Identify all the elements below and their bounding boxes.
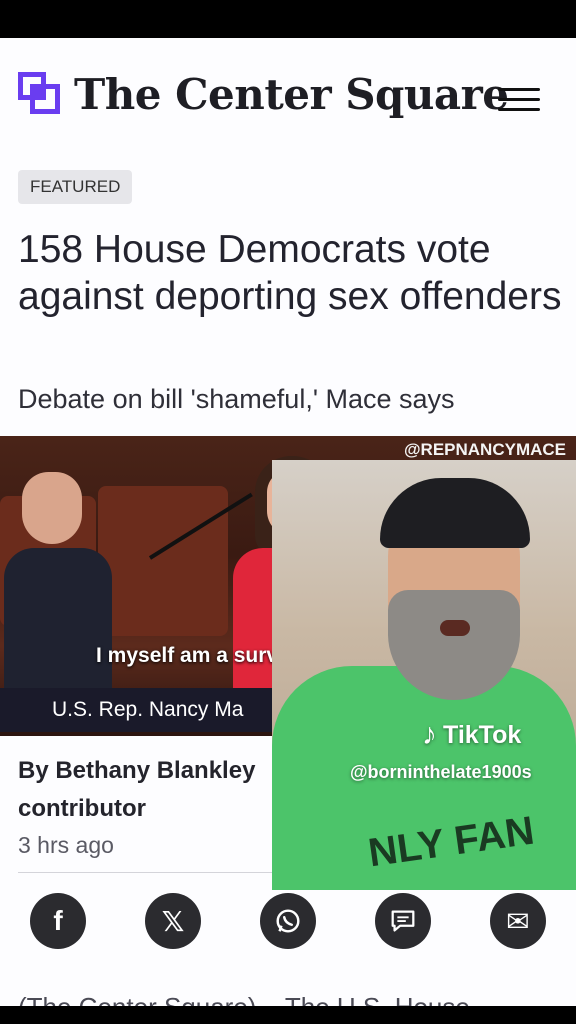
share-whatsapp-button[interactable] xyxy=(260,893,316,949)
tiktok-overlay: NLY FAN ♪ TikTok @borninthelate1900s xyxy=(272,460,576,890)
article-byline[interactable]: By Bethany Blankley contributor xyxy=(18,752,278,828)
tiktok-watermark: ♪ TikTok xyxy=(422,718,521,752)
hamburger-menu-icon[interactable] xyxy=(498,86,540,114)
site-name: The Center Square xyxy=(74,69,509,119)
tiktok-icon: ♪ xyxy=(422,718,437,751)
divider xyxy=(18,872,272,873)
logo-mark-icon xyxy=(18,72,62,116)
article-headline: 158 House Democrats vote against deporti… xyxy=(18,228,562,318)
site-logo[interactable]: The Center Square xyxy=(18,66,509,122)
comment-icon xyxy=(391,910,415,932)
share-facebook-button[interactable]: f xyxy=(30,893,86,949)
tiktok-brand: TikTok xyxy=(443,720,522,749)
article-subhead: Debate on bill 'shameful,' Mace says xyxy=(18,384,455,414)
share-comment-button[interactable] xyxy=(375,893,431,949)
video-chyron-text: U.S. Rep. Nancy Ma xyxy=(52,698,244,721)
x-icon: 𝕏 xyxy=(161,905,185,937)
email-icon: ✉ xyxy=(506,905,530,937)
article-timestamp: 3 hrs ago xyxy=(18,832,114,858)
share-x-button[interactable]: 𝕏 xyxy=(145,893,201,949)
bottom-bar xyxy=(0,1006,576,1024)
whatsapp-icon xyxy=(276,909,300,933)
status-bar xyxy=(0,0,576,38)
video-handle: @REPNANCYMACE xyxy=(403,440,566,459)
featured-badge[interactable]: FEATURED xyxy=(18,170,133,204)
share-email-button[interactable]: ✉ xyxy=(490,893,546,949)
facebook-icon: f xyxy=(53,905,63,936)
tiktok-username: @borninthelate1900s xyxy=(350,762,532,782)
